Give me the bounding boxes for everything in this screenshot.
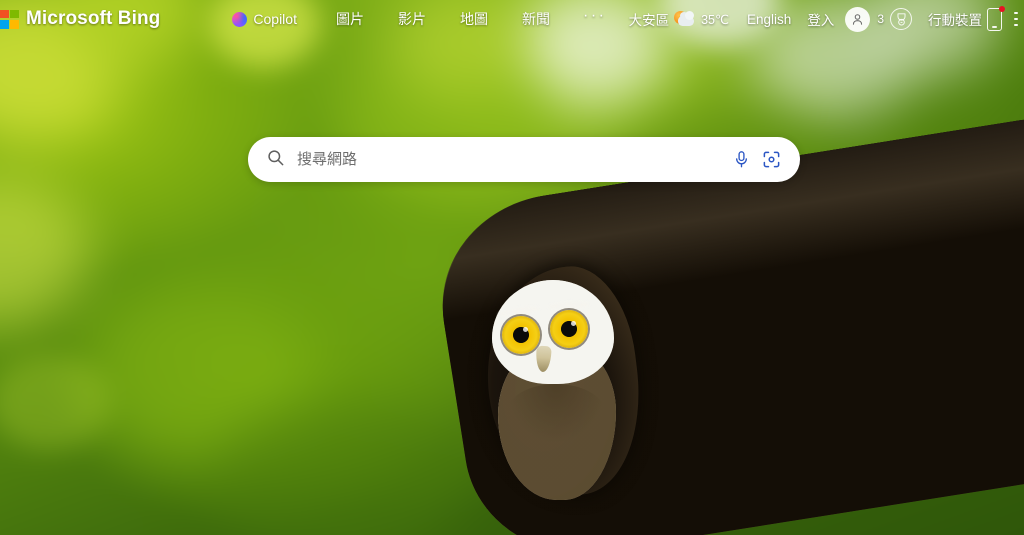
weather-temperature-label: 35℃ (701, 12, 730, 27)
hamburger-menu-icon[interactable] (1004, 12, 1020, 26)
visual-search-icon[interactable] (756, 145, 786, 175)
owl-eye-left (502, 316, 540, 354)
mobile-devices-link[interactable]: 行動裝置 (912, 5, 1005, 31)
mobile-devices-label: 行動裝置 (928, 13, 982, 28)
microsoft-logo-icon (0, 9, 19, 29)
mobile-notification-badge (999, 5, 1005, 12)
search-input[interactable] (297, 137, 726, 182)
nav-videos[interactable]: 影片 (381, 5, 443, 33)
owl-chest-shadow (506, 384, 606, 444)
bing-homepage: Microsoft Bing Copilot 圖片 影片 地圖 新聞 ··· 大… (0, 0, 1024, 535)
user-avatar-icon[interactable] (845, 6, 871, 32)
sun-cloud-icon (673, 10, 695, 28)
nav-images[interactable]: 圖片 (319, 5, 381, 33)
owl-eye-right (550, 310, 588, 348)
weather-widget[interactable]: 大安區 35℃ (623, 9, 735, 29)
rewards-points-count: 3 (877, 12, 884, 26)
top-navigation-bar: Microsoft Bing Copilot 圖片 影片 地圖 新聞 ··· 大… (0, 0, 1024, 38)
mobile-phone-icon (987, 5, 1005, 31)
search-box[interactable] (248, 137, 800, 182)
owl-and-log-subject (0, 0, 1024, 535)
nav-news[interactable]: 新聞 (505, 5, 567, 33)
nav-more-menu[interactable]: ··· (567, 5, 622, 33)
search-area (248, 137, 800, 182)
sign-in-button[interactable]: 登入 (803, 9, 842, 29)
weather-region-label: 大安區 (628, 13, 670, 28)
language-selector[interactable]: English (735, 12, 803, 27)
nav-copilot[interactable]: Copilot (220, 7, 319, 31)
rewards-medal-icon[interactable] (890, 8, 912, 30)
search-icon (266, 148, 285, 172)
brand-name-label: Microsoft Bing (26, 8, 161, 29)
microphone-icon[interactable] (726, 145, 756, 175)
spotted-owlet (488, 272, 638, 500)
nav-copilot-label: Copilot (253, 11, 297, 27)
primary-nav: Copilot 圖片 影片 地圖 新聞 ··· (220, 5, 622, 33)
nav-maps[interactable]: 地圖 (443, 5, 505, 33)
bing-brand-logo[interactable]: Microsoft Bing (0, 8, 160, 30)
header-right-cluster: 大安區 35℃ English 登入 3 行動裝置 (623, 5, 1024, 32)
copilot-icon (232, 11, 248, 27)
